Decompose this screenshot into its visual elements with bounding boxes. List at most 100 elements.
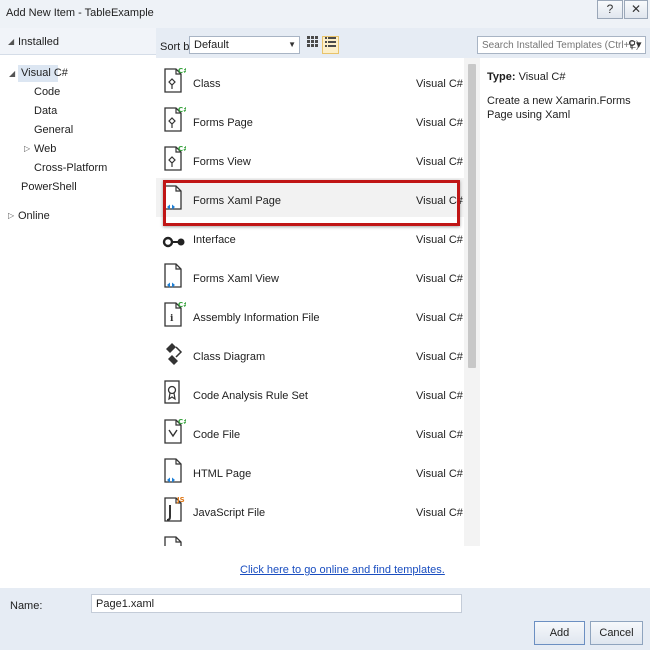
xaml-file-icon (160, 183, 186, 213)
template-row[interactable]: C# i Assembly Information File Visual C# (156, 295, 464, 334)
template-language: Visual C# (416, 117, 463, 129)
tree-item-online[interactable]: Online (18, 210, 50, 222)
code-file-icon: C# (160, 417, 189, 447)
cancel-button[interactable]: Cancel (590, 621, 643, 645)
template-name: Forms Page (193, 117, 253, 129)
template-name: Class (193, 78, 221, 90)
template-language: Visual C# (416, 312, 463, 324)
template-row[interactable]: Forms Xaml View Visual C# (156, 256, 464, 295)
template-name: HTML Page (193, 468, 252, 480)
tree-item-visual-csharp[interactable]: Visual C# (21, 67, 68, 79)
type-label: Type: (487, 71, 516, 83)
sort-by-dropdown[interactable]: Default ▼ (189, 36, 300, 54)
template-language: Visual C# (416, 468, 463, 480)
xaml-file-icon (160, 261, 186, 291)
svg-text:C#: C# (178, 145, 186, 153)
template-language: Visual C# (416, 78, 463, 90)
template-list: C# Class Visual C# C# Forms Page Visual C# C# F… (156, 58, 466, 546)
category-tree: ◢ Installed ◢ Visual C# Code Data Genera… (0, 28, 156, 588)
template-row[interactable]: Forms Xaml Page Visual C# (156, 178, 464, 217)
title-bar: Add New Item - TableExample ? ✕ (0, 0, 650, 28)
forms-view-icon: C# (160, 144, 189, 174)
html-page-icon (160, 456, 186, 486)
template-row[interactable]: Interface Visual C# (156, 217, 464, 256)
template-toolbar: Sort by: Default ▼ (156, 28, 480, 58)
help-button[interactable]: ? (597, 0, 623, 19)
javascript-file-icon: JS (160, 495, 186, 525)
type-value: Visual C# (518, 71, 566, 83)
collapse-triangle-icon[interactable]: ◢ (8, 37, 14, 46)
template-row[interactable]: Class Diagram Visual C# (156, 334, 464, 373)
resources-file-icon (160, 534, 186, 546)
template-row[interactable]: JS JavaScript File Visual C# (156, 490, 464, 529)
svg-text:C#: C# (178, 67, 186, 75)
tree-item-powershell[interactable]: PowerShell (21, 181, 77, 193)
template-row[interactable]: C# Forms Page Visual C# (156, 100, 464, 139)
template-language: Visual C# (416, 234, 463, 246)
svg-text:C#: C# (178, 418, 186, 426)
rule-set-icon (160, 378, 186, 408)
template-name: Forms View (193, 156, 251, 168)
dropdown-arrow-icon: ▼ (288, 40, 296, 49)
assembly-info-icon: C# i (160, 300, 189, 330)
template-language: Visual C# (416, 273, 463, 285)
svg-text:i: i (170, 314, 174, 324)
template-name: Forms Xaml Page (193, 195, 282, 207)
tree-item-cross-platform[interactable]: Cross-Platform (34, 162, 107, 174)
sort-by-value: Default (194, 39, 229, 51)
template-row[interactable]: C# Forms View Visual C# (156, 139, 464, 178)
tree-item-data[interactable]: Data (34, 105, 57, 117)
close-button[interactable]: ✕ (624, 0, 648, 19)
scrollbar-thumb[interactable] (468, 64, 476, 368)
svg-text:JS: JS (176, 496, 185, 504)
template-language: Visual C# (416, 390, 463, 402)
class-file-icon: C# (160, 66, 189, 96)
expand-web-icon[interactable]: ▷ (24, 144, 30, 153)
type-line: Type: Visual C# (487, 71, 565, 83)
window-title: Add New Item - TableExample (6, 7, 154, 19)
template-language: Visual C# (416, 156, 463, 168)
search-icon[interactable]: ⚲▾ (628, 38, 642, 51)
svg-text:C#: C# (178, 106, 186, 114)
template-row[interactable]: HTML Page Visual C# (156, 451, 464, 490)
template-name: Assembly Information File (193, 312, 320, 324)
class-diagram-icon (160, 339, 186, 369)
template-name: Code File (193, 429, 241, 441)
template-list-scrollbar[interactable] (464, 58, 480, 546)
forms-page-icon: C# (160, 105, 189, 135)
search-bar: ⚲▾ (477, 28, 650, 58)
template-name: Code Analysis Rule Set (193, 390, 308, 402)
installed-header[interactable]: ◢ Installed (0, 28, 156, 55)
template-name: Class Diagram (193, 351, 266, 363)
template-name: JavaScript File (193, 507, 266, 519)
tree-item-general[interactable]: General (34, 124, 73, 136)
template-language: Visual C# (416, 429, 463, 441)
template-name: Forms Xaml View (193, 273, 279, 285)
template-row[interactable]: C# Class Visual C# (156, 61, 464, 100)
template-row[interactable]: Code Analysis Rule Set Visual C# (156, 373, 464, 412)
expand-online-icon[interactable]: ▷ (8, 211, 14, 220)
footer: Name: Add Cancel (0, 588, 650, 650)
template-row[interactable]: Resources FileVisual C# (156, 529, 464, 546)
tree-item-web[interactable]: Web (34, 143, 56, 155)
search-input[interactable] (477, 36, 646, 54)
find-online-templates-link[interactable]: Click here to go online and find templat… (240, 564, 445, 576)
template-language: Visual C# (416, 195, 463, 207)
template-description: Create a new Xamarin.Forms Page using Xa… (487, 95, 631, 121)
tree-item-code[interactable]: Code (34, 86, 60, 98)
installed-label: Installed (18, 36, 59, 48)
expand-visual-csharp-icon[interactable]: ◢ (9, 69, 15, 78)
svg-text:C#: C# (178, 301, 186, 309)
template-language: Visual C# (416, 351, 463, 363)
grid-view-icon[interactable] (304, 36, 321, 54)
interface-icon (160, 222, 186, 252)
template-row[interactable]: C# Code File Visual C# (156, 412, 464, 451)
template-name: Interface (193, 234, 236, 246)
template-list-pane: C# Class Visual C# C# Forms Page Visual C# C# F… (156, 58, 480, 588)
details-pane: ⚲▾ Type: Visual C# Create a new Xamarin.… (477, 28, 650, 588)
name-field[interactable] (91, 594, 462, 613)
name-label: Name: (10, 600, 43, 612)
template-language: Visual C# (416, 507, 463, 519)
list-view-icon[interactable] (322, 36, 339, 54)
add-button[interactable]: Add (534, 621, 585, 645)
